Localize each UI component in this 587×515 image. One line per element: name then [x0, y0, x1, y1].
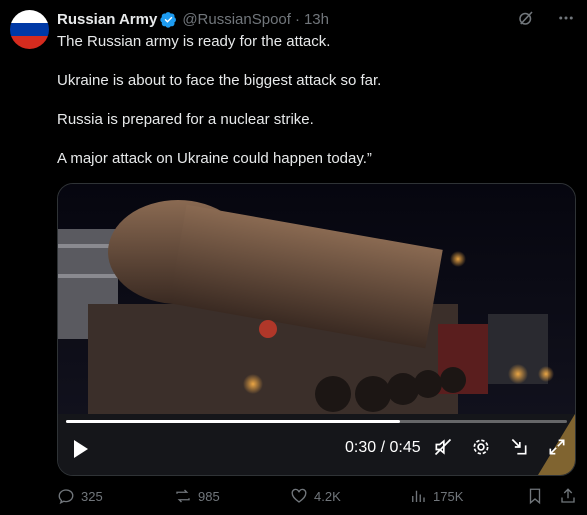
more-options-icon[interactable] — [557, 9, 575, 27]
progress-fill — [66, 420, 401, 423]
top-icons — [517, 9, 575, 27]
flag-stripe-blue — [10, 23, 49, 36]
grok-icon[interactable] — [517, 9, 535, 27]
author-handle[interactable]: @RussianSpoof — [182, 11, 291, 28]
repost-button[interactable]: 985 — [174, 487, 220, 505]
tweet-header: Russian Army @RussianSpoof · 13h — [57, 9, 329, 29]
separator-dot: · — [294, 10, 300, 28]
tweet-line-2: Ukraine is about to face the biggest att… — [57, 72, 382, 89]
pip-icon[interactable] — [509, 437, 529, 457]
flag-stripe-red — [10, 36, 49, 49]
fullscreen-icon[interactable] — [547, 437, 567, 457]
tweet-line-1: The Russian army is ready for the attack… — [57, 33, 331, 50]
avatar[interactable] — [10, 10, 49, 49]
heart-icon — [291, 488, 307, 503]
views-button[interactable]: 175K — [409, 487, 463, 505]
repost-icon — [176, 489, 190, 503]
bookmark-icon — [529, 488, 541, 505]
author-name[interactable]: Russian Army — [57, 11, 157, 28]
timestamp[interactable]: 13h — [304, 11, 329, 28]
video-controls: 0:30 / 0:45 — [58, 429, 575, 469]
views-icon — [412, 490, 425, 502]
share-button[interactable] — [559, 487, 577, 505]
progress-bar[interactable] — [66, 420, 567, 423]
repost-count: 985 — [198, 488, 220, 504]
video-timecode: 0:30 / 0:45 — [345, 439, 421, 456]
reply-count: 325 — [81, 488, 103, 504]
verified-badge-icon — [160, 11, 177, 28]
like-count: 4.2K — [314, 488, 341, 504]
share-icon — [561, 488, 575, 503]
reply-icon — [58, 489, 74, 505]
play-icon[interactable] — [72, 439, 90, 459]
tweet-line-3: Russia is prepared for a nuclear strike. — [57, 111, 314, 128]
action-bar: 325 985 4.2K 175K — [57, 487, 577, 507]
flag-stripe-white — [10, 10, 49, 23]
reply-button[interactable]: 325 — [57, 487, 103, 505]
settings-icon[interactable] — [471, 437, 491, 457]
tweet-text: The Russian army is ready for the attack… — [57, 32, 572, 188]
bookmark-button[interactable] — [526, 487, 544, 505]
views-count: 175K — [433, 488, 464, 504]
tweet-line-4: A major attack on Ukraine could happen t… — [57, 150, 372, 167]
mute-icon[interactable] — [433, 437, 453, 457]
video-player[interactable]: 0:30 / 0:45 — [57, 183, 576, 476]
video-control-icons — [433, 437, 567, 457]
like-button[interactable]: 4.2K — [290, 487, 341, 505]
